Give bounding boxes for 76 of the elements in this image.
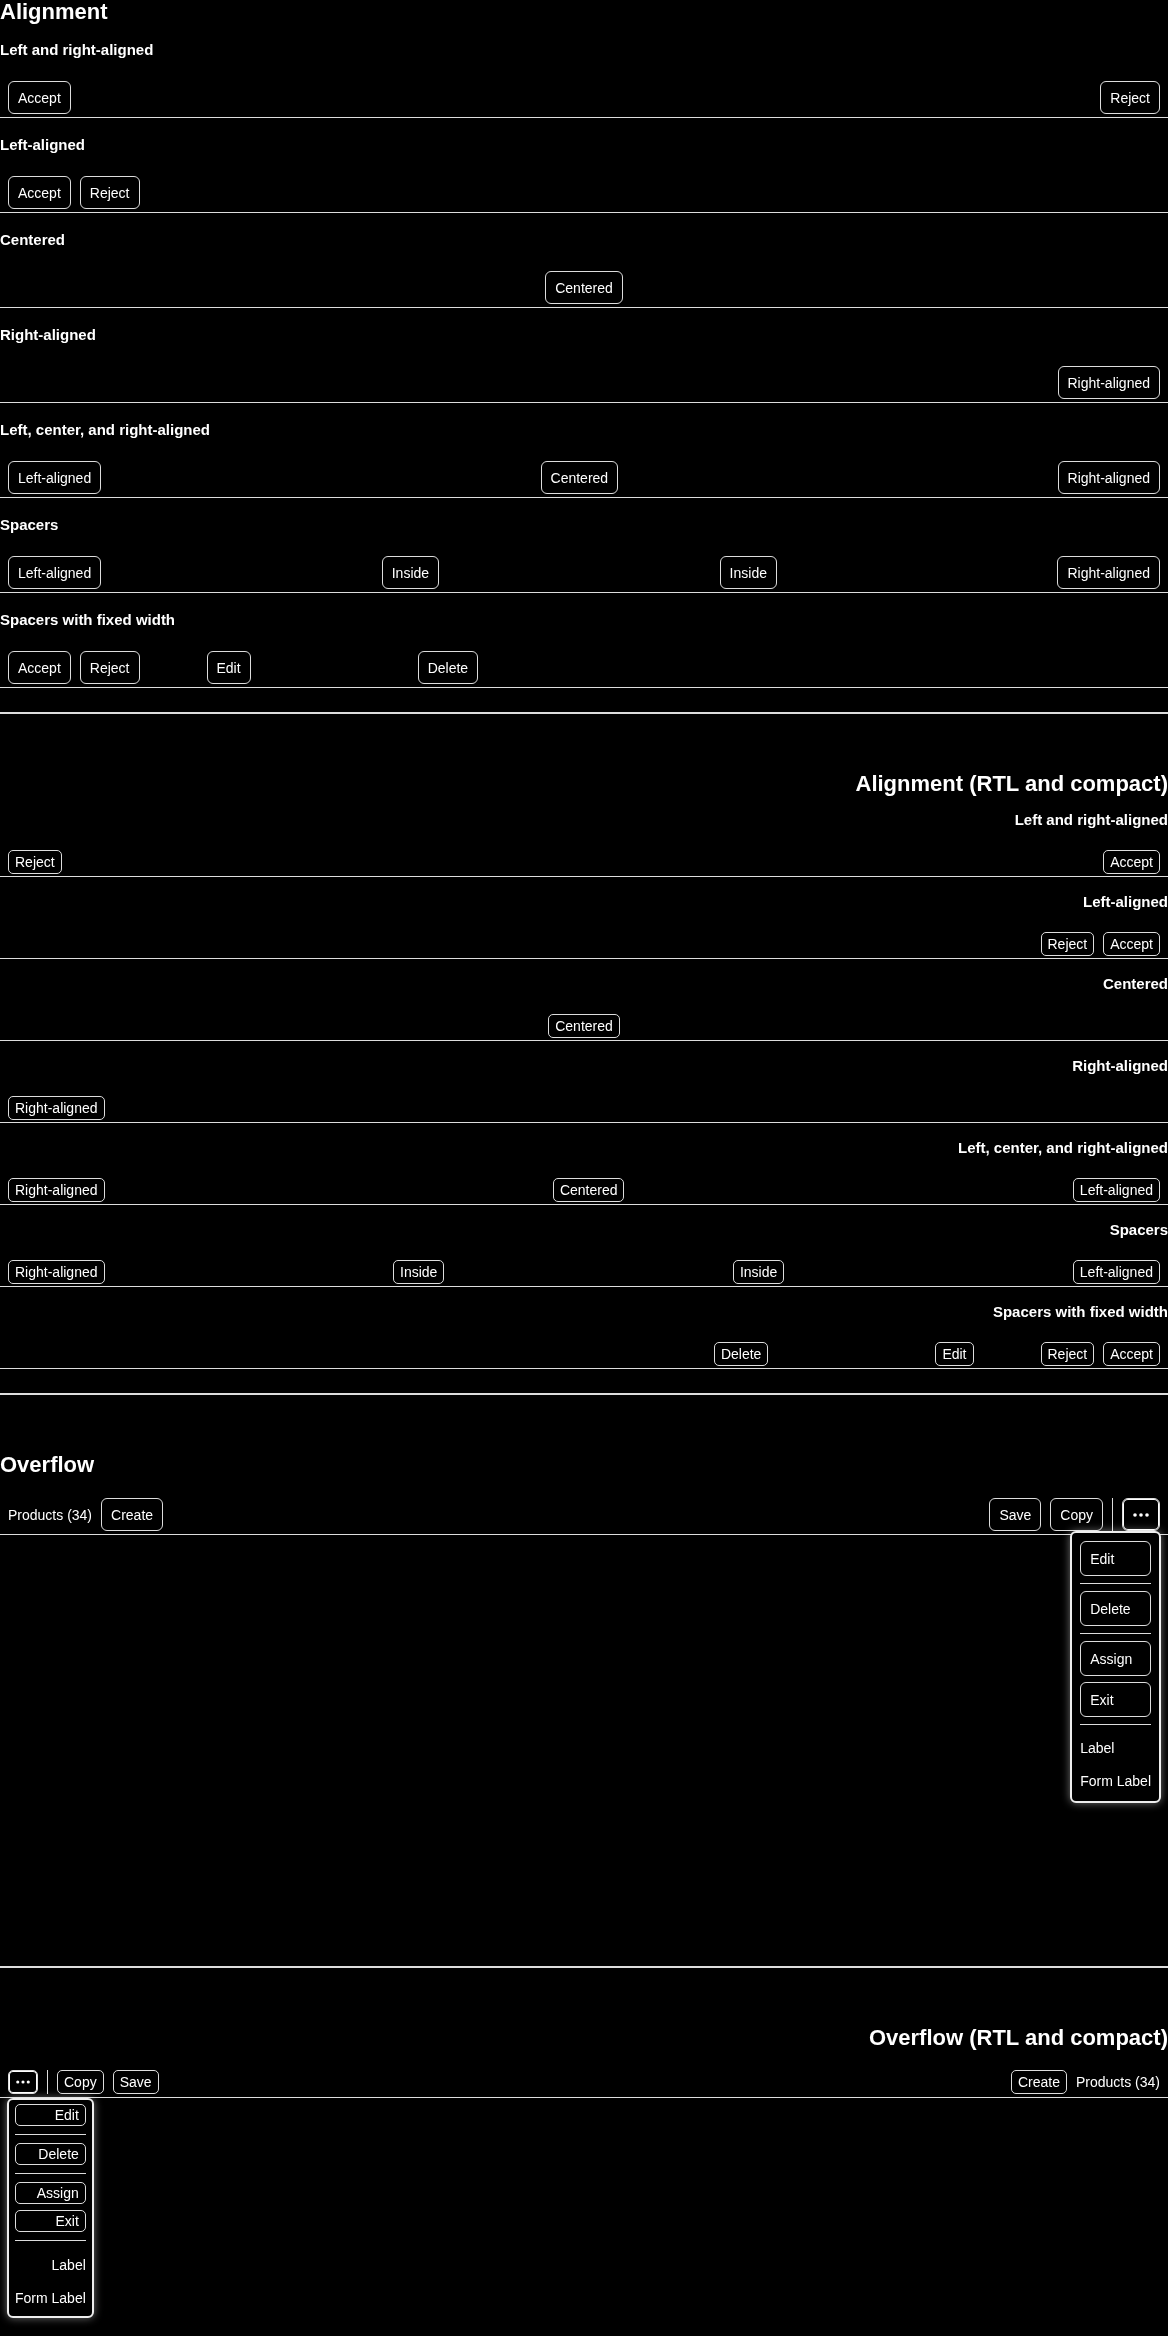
section-heading: Overflow	[0, 1453, 95, 1476]
action-button[interactable]: Create	[101, 1498, 164, 1531]
action-button[interactable]: Accept	[1103, 932, 1160, 956]
overflow-button[interactable]	[1122, 1498, 1160, 1531]
row-title: Left, center, and right-aligned	[957, 1138, 1168, 1158]
action-button[interactable]: Centered	[545, 271, 623, 304]
action-button[interactable]: Inside	[719, 556, 777, 589]
action-button[interactable]: Inside	[381, 556, 440, 589]
row-title: Left-aligned	[1083, 892, 1168, 912]
row-title: Left-aligned	[0, 135, 85, 155]
action-button[interactable]: Reject	[8, 850, 62, 874]
action-button[interactable]: Copy	[1050, 1498, 1103, 1531]
section-heading: Overflow (RTL and compact)	[868, 2026, 1168, 2049]
action-button[interactable]: Reject	[79, 176, 140, 209]
row-title: Spacers	[0, 515, 59, 535]
action-button[interactable]: Reject	[1100, 81, 1160, 114]
action-button[interactable]: Edit	[206, 651, 251, 684]
ellipsis-icon	[16, 2080, 30, 2084]
action-button[interactable]: Reject	[1040, 932, 1095, 956]
menu-button[interactable]: Assign	[15, 2182, 86, 2204]
menu-label: Form Label	[15, 2289, 86, 2308]
overflow-button[interactable]	[8, 2070, 38, 2094]
action-button[interactable]: Save	[112, 2070, 159, 2094]
row-title: Centered	[0, 230, 66, 250]
ellipsis-icon	[1133, 1512, 1149, 1517]
menu-label: Label	[1080, 1739, 1116, 1758]
action-button[interactable]: Left-aligned	[8, 556, 102, 589]
action-button[interactable]: Save	[989, 1498, 1042, 1531]
row-title: Centered	[1102, 974, 1168, 994]
row-title: Right-aligned	[1072, 1056, 1168, 1076]
action-button[interactable]: Right-aligned	[1057, 556, 1160, 589]
row-title: Left, center, and right-aligned	[0, 420, 211, 440]
action-button[interactable]: Left-aligned	[8, 461, 102, 494]
action-button[interactable]: Right-aligned	[8, 1096, 105, 1120]
menu-button[interactable]: Assign	[1080, 1641, 1151, 1676]
action-button[interactable]: Right-aligned	[1057, 366, 1160, 399]
action-button[interactable]: Accept	[8, 81, 71, 114]
action-button[interactable]: Accept	[1103, 1342, 1160, 1366]
row-title: Spacers with fixed width	[992, 1302, 1168, 1322]
action-button[interactable]: Copy	[57, 2070, 104, 2094]
action-button[interactable]: Centered	[552, 1178, 625, 1202]
menu-button[interactable]: Exit	[15, 2210, 86, 2232]
menu-button[interactable]: Delete	[15, 2143, 86, 2165]
action-button[interactable]: Left-aligned	[1072, 1178, 1160, 1202]
action-button[interactable]: Right-aligned	[8, 1178, 105, 1202]
section-heading: Alignment (RTL and compact)	[855, 772, 1168, 795]
menu-label: Form Label	[1080, 1772, 1151, 1791]
menu-button[interactable]: Delete	[1080, 1591, 1151, 1626]
action-button[interactable]: Delete	[417, 651, 479, 684]
row-title: Left and right-aligned	[0, 40, 154, 60]
action-button[interactable]: Accept	[8, 176, 71, 209]
menu-button[interactable]: Exit	[1080, 1682, 1151, 1717]
action-button[interactable]: Inside	[732, 1260, 785, 1284]
menu-button[interactable]: Edit	[15, 2104, 86, 2126]
action-button[interactable]: Centered	[540, 461, 619, 494]
action-button[interactable]: Right-aligned	[8, 1260, 105, 1284]
row-title: Spacers	[1109, 1220, 1168, 1240]
menu-button[interactable]: Edit	[1080, 1541, 1151, 1576]
toolbar-title: Products (34)	[1075, 2074, 1160, 2090]
section-heading: Alignment	[0, 0, 108, 23]
action-button[interactable]: Left-aligned	[1072, 1260, 1160, 1284]
action-button[interactable]: Centered	[548, 1014, 620, 1038]
action-button[interactable]: Accept	[1103, 850, 1160, 874]
toolbar-title: Products (34)	[8, 1506, 93, 1523]
action-button[interactable]: Right-aligned	[1057, 461, 1160, 494]
action-button[interactable]: Inside	[393, 1260, 445, 1284]
row-title: Left and right-aligned	[1014, 810, 1168, 830]
action-button[interactable]: Reject	[1040, 1342, 1095, 1366]
action-button[interactable]: Edit	[935, 1342, 974, 1366]
action-button[interactable]: Delete	[713, 1342, 769, 1366]
action-button[interactable]: Accept	[8, 651, 71, 684]
row-title: Right-aligned	[0, 325, 96, 345]
action-button[interactable]: Create	[1010, 2070, 1067, 2094]
row-title: Spacers with fixed width	[0, 610, 176, 630]
menu-label: Label	[51, 2256, 86, 2275]
action-button[interactable]: Reject	[79, 651, 140, 684]
